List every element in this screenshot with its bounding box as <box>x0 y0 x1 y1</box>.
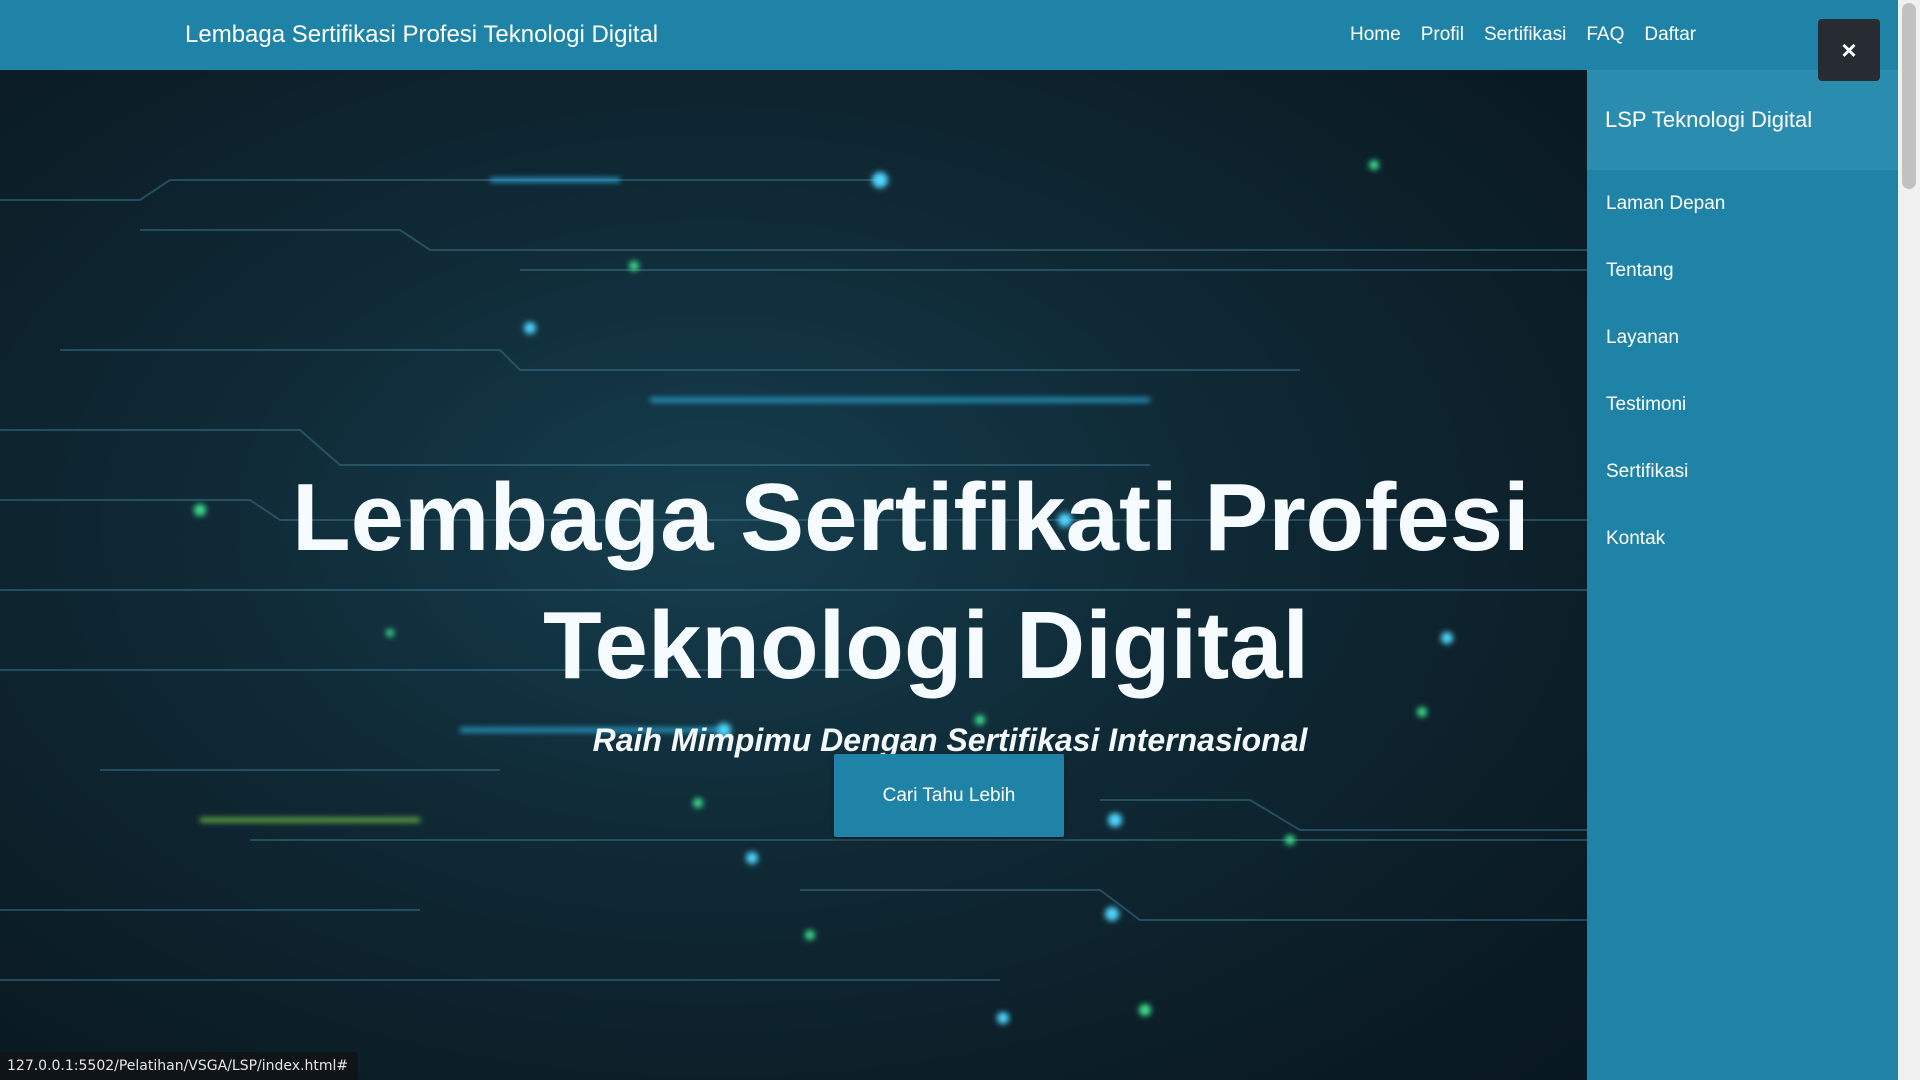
side-panel-title: LSP Teknologi Digital <box>1587 70 1898 170</box>
learn-more-button[interactable]: Cari Tahu Lebih <box>834 754 1064 837</box>
side-navigation-panel: LSP Teknologi Digital Laman Depan Tentan… <box>1587 70 1898 1080</box>
top-navbar: Lembaga Sertifikasi Profesi Teknologi Di… <box>0 0 1920 70</box>
nav-link-faq[interactable]: FAQ <box>1586 24 1624 46</box>
nav-link-profil[interactable]: Profil <box>1421 24 1464 46</box>
nav-link-sertifikasi[interactable]: Sertifikasi <box>1484 24 1566 46</box>
hero-title-line-2: Teknologi Digital <box>543 592 1310 700</box>
scrollbar-thumb[interactable] <box>1902 3 1916 189</box>
hero-title-line-1: Lembaga Sertifikati Profesi <box>292 464 1530 572</box>
nav-link-home[interactable]: Home <box>1350 24 1401 46</box>
side-menu-item-testimoni[interactable]: Testimoni <box>1587 371 1898 438</box>
close-panel-button[interactable]: × <box>1818 19 1880 81</box>
nav-link-daftar[interactable]: Daftar <box>1644 24 1696 46</box>
browser-status-url: 127.0.0.1:5502/Pelatihan/VSGA/LSP/index.… <box>0 1052 359 1080</box>
close-icon: × <box>1841 34 1857 65</box>
page-scrollbar[interactable] <box>1898 0 1920 1080</box>
side-menu-item-layanan[interactable]: Layanan <box>1587 304 1898 371</box>
side-panel-menu: Laman Depan Tentang Layanan Testimoni Se… <box>1587 170 1898 572</box>
side-menu-item-kontak[interactable]: Kontak <box>1587 505 1898 572</box>
side-menu-item-sertifikasi[interactable]: Sertifikasi <box>1587 438 1898 505</box>
side-menu-item-laman-depan[interactable]: Laman Depan <box>1587 170 1898 237</box>
navbar-brand[interactable]: Lembaga Sertifikasi Profesi Teknologi Di… <box>185 0 658 70</box>
hero-section: Lembaga Sertifikati Profesi Teknologi Di… <box>0 70 1587 1080</box>
side-menu-item-tentang[interactable]: Tentang <box>1587 237 1898 304</box>
hero-subtitle: Raih Mimpimu Dengan Sertifikasi Internas… <box>592 722 1308 758</box>
navbar-links: Home Profil Sertifikasi FAQ Daftar <box>1350 0 1696 70</box>
